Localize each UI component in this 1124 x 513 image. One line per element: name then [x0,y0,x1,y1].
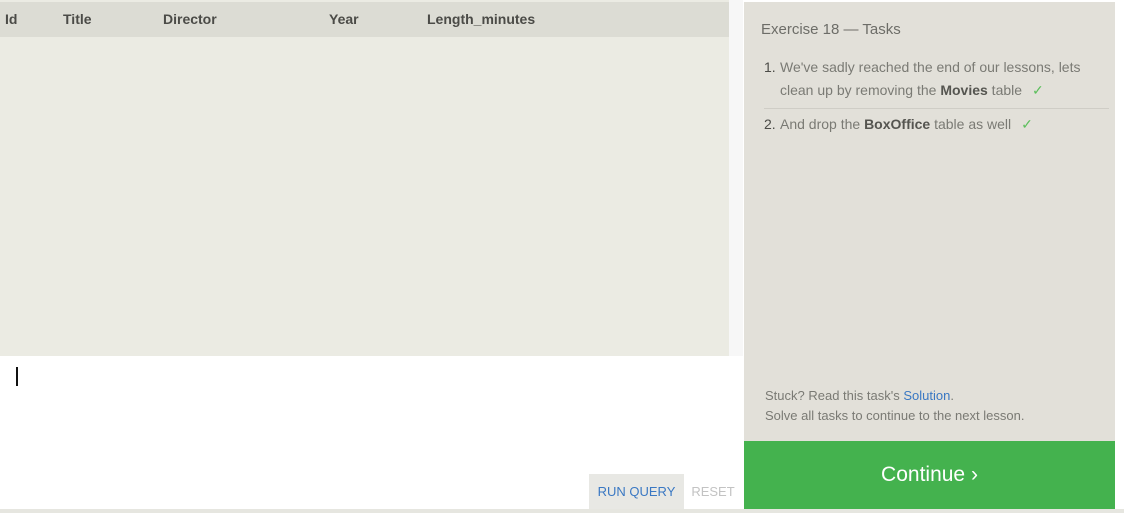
column-header-length-minutes: Length_minutes [427,11,536,27]
solve-all-text: Solve all tasks to continue to the next … [765,408,1025,423]
tasks-title: Exercise 18 — Tasks [761,21,901,38]
task-text: table as well [930,116,1012,132]
task-number: 1. [764,59,776,75]
task-table-name: BoxOffice [864,116,931,132]
column-header-id: Id [5,11,18,27]
solution-link[interactable]: Solution [903,388,950,403]
page-gutter [1115,0,1124,513]
task-number: 2. [764,116,776,132]
task-table-name: Movies [940,82,988,98]
table-header-row: Id Title Director Year Length_minutes [0,2,729,37]
task-list: 1. We've sadly reached the end of our les… [764,56,1109,136]
continue-button[interactable]: Continue › [744,441,1115,509]
task-text: table [987,82,1023,98]
stuck-text: Stuck? Read this task's [765,388,904,403]
column-header-director: Director [163,11,217,27]
checkmark-icon: ✓ [1021,116,1033,132]
tasks-panel: Exercise 18 — Tasks 1. We've sadly reache… [744,2,1115,441]
column-header-title: Title [63,11,92,27]
run-query-button[interactable]: RUN QUERY [589,474,684,509]
results-scrollbar[interactable] [729,0,743,356]
task-text: And drop the [780,116,865,132]
column-header-year: Year [329,11,359,27]
help-text: Stuck? Read this task's Solution. Solve … [765,386,1024,426]
query-editor[interactable]: RUN QUERY RESET [0,356,743,509]
stuck-period: . [950,388,954,403]
bottom-divider [0,509,1124,513]
task-item: 1. We've sadly reached the end of our les… [764,56,1109,109]
reset-button[interactable]: RESET [688,474,738,509]
task-item: 2. And drop the BoxOffice table as well ✓ [764,113,1109,136]
checkmark-icon: ✓ [1032,82,1044,98]
results-table: Id Title Director Year Length_minutes [0,0,743,356]
text-cursor [16,367,18,386]
